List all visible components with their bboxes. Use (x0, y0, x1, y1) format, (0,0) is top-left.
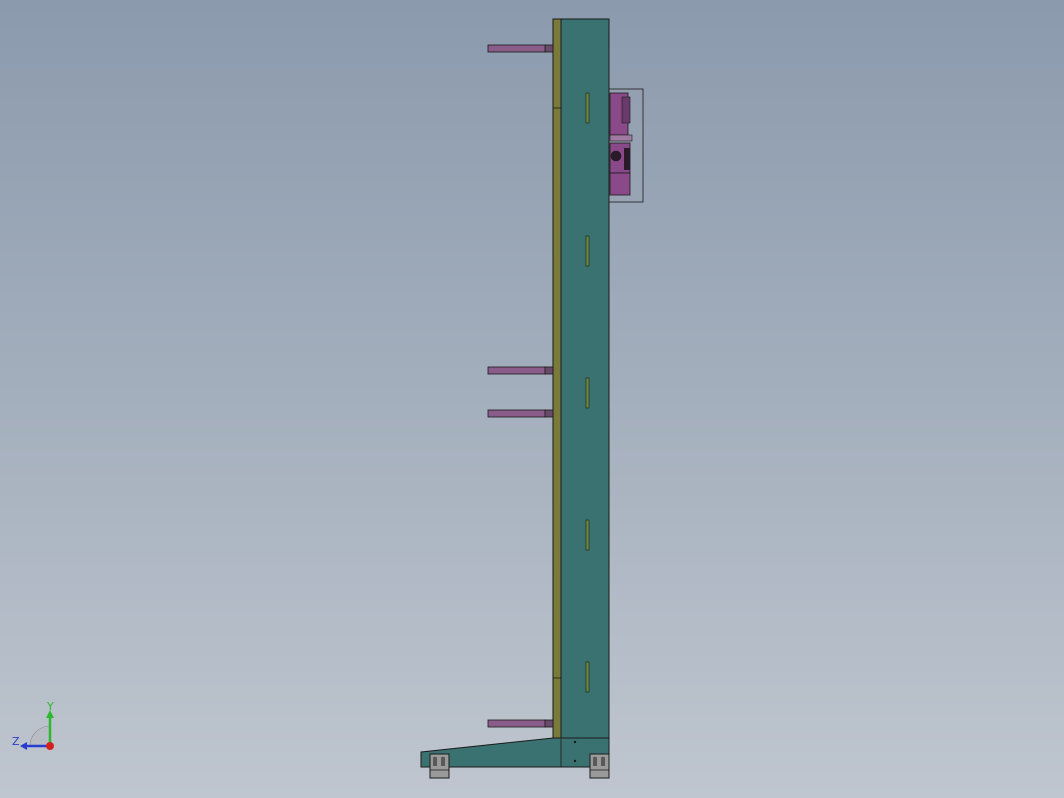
z-axis-label: Z (12, 735, 20, 748)
leveling-foot (429, 753, 450, 779)
guide-rail (552, 18, 562, 740)
slot (585, 519, 590, 551)
slot (585, 661, 590, 693)
x-axis-icon (46, 742, 54, 750)
slot (585, 235, 590, 267)
support-arm (487, 44, 554, 53)
y-axis-label: Y (46, 700, 54, 713)
support-arm (487, 409, 554, 418)
graphics-viewport[interactable]: Y Z (0, 0, 1064, 798)
support-arms (487, 44, 554, 728)
model-view[interactable]: Y Z (0, 0, 1064, 798)
motor-assembly (608, 88, 644, 203)
support-arm (487, 366, 554, 375)
coordinate-triad: Y Z (12, 700, 54, 750)
support-arm (487, 719, 554, 728)
slot (585, 92, 590, 124)
main-column (560, 18, 610, 740)
leveling-foot (589, 753, 610, 779)
slot (585, 377, 590, 409)
